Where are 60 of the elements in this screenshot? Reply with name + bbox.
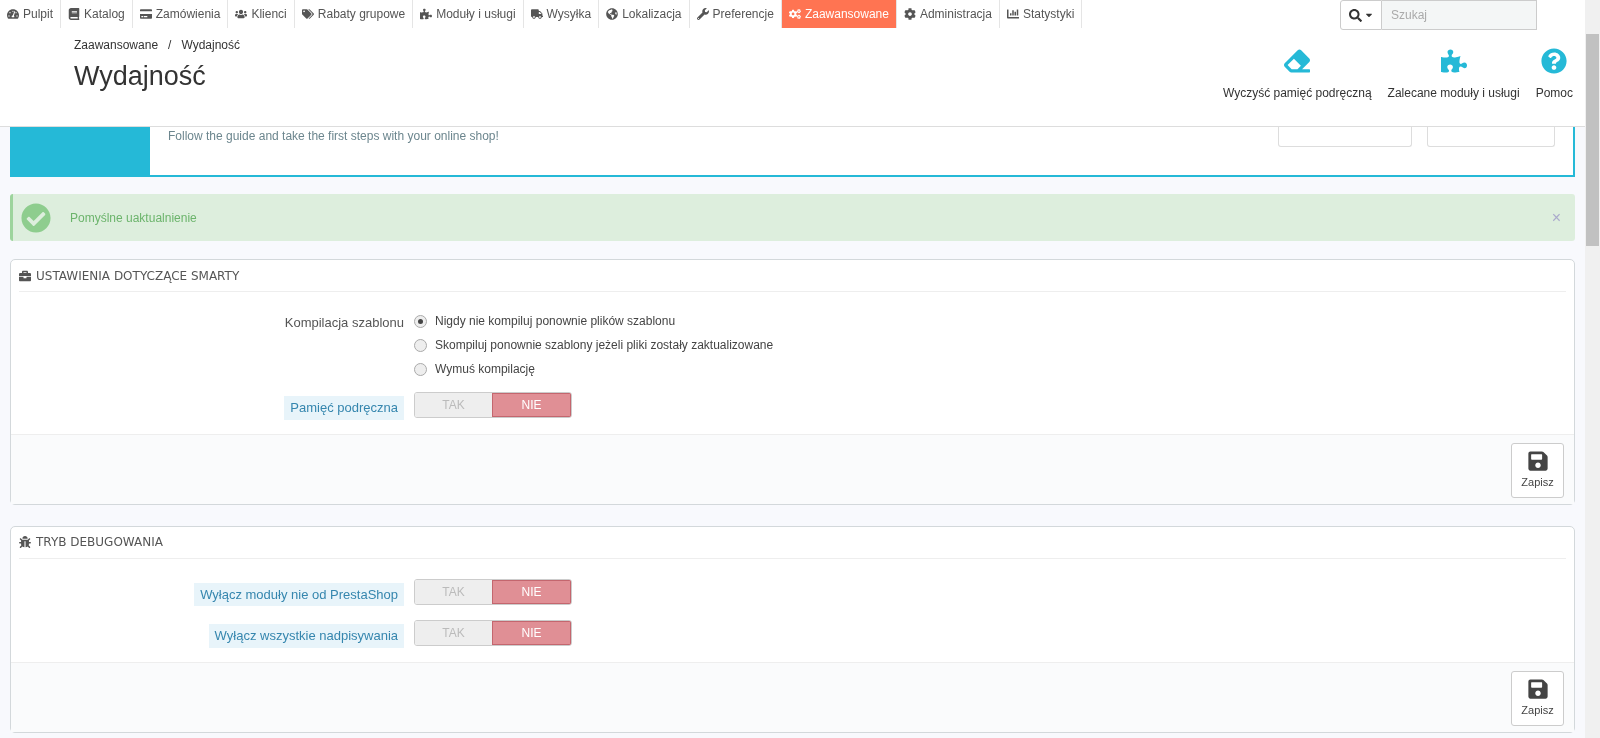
radio-button[interactable] (414, 338, 427, 352)
save-icon (1526, 677, 1549, 700)
puzzle-icon (1440, 48, 1467, 74)
toolbar-button[interactable]: Pomoc (1533, 48, 1575, 102)
radio-label: Wymuś kompilację (435, 361, 535, 378)
nav-tab[interactable]: Katalog (61, 0, 133, 28)
toolbar-button[interactable]: Wyczyść pamięć podręczną (1220, 48, 1374, 102)
panel-title: TRYB DEBUGOWANIA (36, 534, 163, 551)
bar-chart-icon (1006, 8, 1019, 20)
gears-icon (788, 8, 801, 20)
field-label: Pamięć podręczna (284, 396, 404, 420)
field-label: Wyłącz moduły nie od PrestaShop (194, 582, 404, 606)
nav-tab[interactable]: Klienci (228, 0, 295, 28)
panel-title: USTAWIENIA DOTYCZĄCE SMARTY (36, 267, 240, 285)
breadcrumb-item[interactable]: Zaawansowane (74, 36, 159, 54)
field-label: Wyłącz wszystkie nadpisywania (208, 624, 404, 648)
nav-tab[interactable]: Wysyłka (523, 0, 600, 28)
check-icon (21, 202, 51, 233)
book-icon (68, 8, 81, 20)
breadcrumb-item: Wydajność (181, 37, 240, 54)
nav-tab[interactable]: Administracja (896, 0, 1000, 28)
page-title: Wydajność (74, 60, 207, 93)
nav-tab[interactable]: Lokalizacja (599, 0, 690, 28)
bug-icon (19, 536, 31, 548)
tags-icon (301, 8, 314, 20)
help-icon (1541, 48, 1568, 74)
onboarding-text: Follow the guide and take the first steps with your online shop! (168, 128, 499, 145)
nav-tab[interactable]: Statystyki (999, 0, 1083, 28)
radio-label: Skompiluj ponownie szablony jeżeli pliki zostały zaktualizowane (435, 337, 774, 354)
briefcase-icon (19, 269, 31, 282)
nav-tab[interactable]: Pulpit (0, 0, 62, 28)
onboarding-button[interactable] (1427, 127, 1555, 147)
field-label: Kompilacja szablonu (284, 314, 404, 332)
wrench-icon (696, 8, 709, 20)
eraser-icon (1284, 48, 1311, 74)
save-button[interactable]: Zapisz (1511, 442, 1564, 498)
truck-icon (530, 8, 543, 20)
users-icon (235, 8, 248, 20)
search-field[interactable]: Szukaj (1382, 0, 1537, 30)
nav-tab[interactable]: Moduły i usługi (413, 0, 524, 28)
radio-label: Nigdy nie kompiluj ponownie plików szablonu (435, 313, 676, 330)
toolbar-button[interactable]: Zalecane moduły i usługi (1385, 48, 1522, 102)
credit-card-icon (139, 8, 152, 20)
save-button[interactable]: Zapisz (1511, 670, 1564, 726)
alert-message: Pomyślne uaktualnienie (70, 209, 198, 227)
gauge-icon (7, 8, 19, 20)
radio-button[interactable] (414, 314, 427, 328)
radio-button[interactable] (414, 362, 427, 376)
gear-icon (903, 8, 916, 20)
puzzle-icon (420, 8, 433, 20)
nav-tab[interactable]: Preferencje (689, 0, 782, 28)
nav-tab[interactable]: Zamówienia (132, 0, 229, 28)
save-icon (1526, 449, 1549, 472)
scrollbar[interactable] (1585, 0, 1600, 738)
onboarding-button[interactable] (1278, 127, 1412, 147)
search-icon (1348, 8, 1362, 22)
globe-icon (606, 8, 619, 20)
breadcrumb-separator: / (168, 37, 172, 54)
search-type-button[interactable] (1340, 0, 1382, 30)
nav-tab[interactable]: Rabaty grupowe (294, 0, 414, 28)
